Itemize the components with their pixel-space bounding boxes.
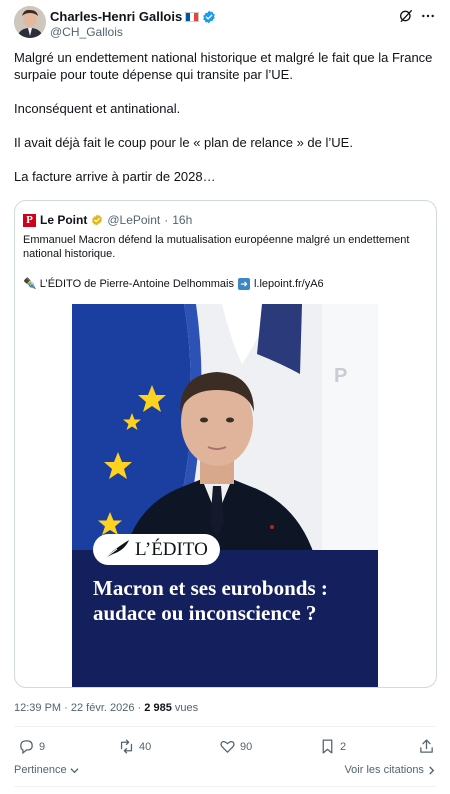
divider [14,786,436,787]
bookmark-count: 2 [340,740,347,753]
view-count: 2 985 [144,702,172,714]
edito-tag: L’ÉDITO [93,534,220,565]
heart-icon [220,740,235,753]
bookmark-icon [322,739,333,754]
quote-author-name[interactable]: Le Point [40,213,87,227]
chevron-down-icon [70,767,79,773]
view-quotes-label: Voir les citations [344,764,424,776]
reply-count: 9 [39,740,46,753]
quote-article-image[interactable]: P L’ÉDITO Macron et ses eurobonds : auda… [72,304,378,687]
france-flag-icon [185,11,200,22]
grok-icon[interactable] [398,8,414,24]
verified-badge-icon[interactable] [202,10,216,24]
quote-text: Emmanuel Macron défend la mutualisation … [23,234,410,260]
tweet-meta: 12:39 PM · 22 févr. 2026 · 2 985 vues [14,702,198,714]
more-options-icon[interactable] [420,8,436,24]
replies-controls: Pertinence Voir les citations [14,764,436,778]
like-count: 90 [240,740,253,753]
quote-timestamp[interactable]: 16h [172,213,192,227]
author-avatar[interactable] [14,6,46,38]
tweet-text: Malgré un endettement national historiqu… [14,49,436,202]
reply-icon [20,740,33,755]
quote-link-prefix: ✒️ L’ÉDITO de Pierre-Antoine Delhommais [23,278,234,290]
meta-separator: · [137,702,142,714]
meta-separator: · [64,702,68,714]
quote-link-row: ✒️ L’ÉDITO de Pierre-Antoine Delhommais … [23,277,324,290]
bookmark-button[interactable]: 2 [319,738,346,755]
le-point-logo[interactable]: P [23,213,36,227]
tweet-header: Charles-Henri Gallois @CH_Gallois [14,6,436,42]
edito-tag-label: L’ÉDITO [135,539,208,560]
gold-verified-badge-icon[interactable] [91,214,103,226]
view-quotes-link[interactable]: Voir les citations [344,764,436,776]
sort-label: Pertinence [14,764,67,776]
right-arrow-icon: ➜ [237,277,250,290]
repost-icon [120,739,133,754]
quote-separator: · [164,213,169,227]
quill-icon [104,540,129,559]
author-handle[interactable]: @CH_Gallois [50,25,123,39]
share-icon [420,739,433,753]
svg-text:P: P [334,365,347,387]
sort-dropdown[interactable]: Pertinence [14,764,79,776]
tweet-paragraph: Il avait déjà fait le coup pour le « pla… [14,135,353,150]
repost-count: 40 [139,740,152,753]
share-button[interactable] [418,738,435,755]
tweet-date[interactable]: 22 févr. 2026 [71,702,135,714]
reply-button[interactable]: 9 [18,738,45,755]
tweet-time[interactable]: 12:39 PM [14,702,61,714]
quote-author-handle[interactable]: @LePoint [107,213,160,227]
repost-button[interactable]: 40 [118,738,151,755]
chevron-right-icon [429,766,435,775]
author-display-name[interactable]: Charles-Henri Gallois [50,9,182,24]
tweet-paragraph: Malgré un endettement national historiqu… [14,50,433,82]
views-label: vues [174,702,199,714]
quote-link-url[interactable]: l.lepoint.fr/yA6 [254,278,324,290]
tweet-paragraph: Inconséquent et antinational. [14,101,181,116]
like-button[interactable]: 90 [219,738,252,755]
tweet-paragraph: La facture arrive à partir de 2028… [14,169,216,184]
quoted-tweet-card[interactable]: P Le Point @LePoint · 16h Emmanuel Macro… [14,200,437,688]
divider [14,726,436,727]
article-headline: Macron et ses eurobonds : audace ou inco… [93,576,328,625]
tweet-actions: 9 40 90 2 [14,738,436,758]
